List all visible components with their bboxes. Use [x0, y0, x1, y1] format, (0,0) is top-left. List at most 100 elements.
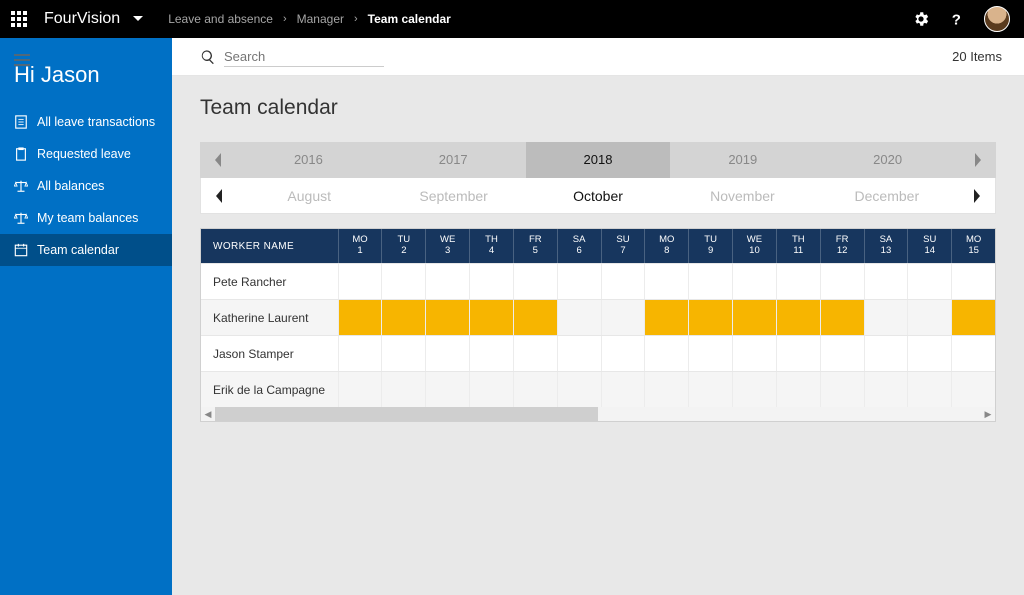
year-2018[interactable]: 2018 — [526, 142, 671, 178]
year-2020[interactable]: 2020 — [815, 142, 960, 178]
scroll-right-icon[interactable]: ▶ — [981, 407, 995, 421]
calendar-cell[interactable] — [338, 372, 382, 407]
calendar-cell[interactable] — [864, 264, 908, 299]
calendar-cell[interactable] — [425, 264, 469, 299]
calendar-cell[interactable] — [557, 336, 601, 371]
sidebar-item-all-balances[interactable]: All balances — [0, 170, 172, 202]
month-prev-button[interactable] — [201, 178, 237, 214]
calendar-cell[interactable] — [513, 372, 557, 407]
calendar-cell[interactable] — [338, 264, 382, 299]
calendar-cell[interactable] — [338, 300, 382, 335]
calendar-cell[interactable] — [776, 372, 820, 407]
calendar-cell[interactable] — [381, 336, 425, 371]
calendar-cell[interactable] — [732, 300, 776, 335]
user-avatar[interactable] — [984, 6, 1010, 32]
year-prev-button[interactable] — [200, 142, 236, 178]
search-input[interactable] — [224, 47, 384, 67]
year-2016[interactable]: 2016 — [236, 142, 381, 178]
calendar-cell[interactable] — [381, 372, 425, 407]
calendar-cell[interactable] — [601, 264, 645, 299]
month-august[interactable]: August — [237, 178, 381, 214]
day-header-13: SA13 — [864, 229, 908, 263]
calendar-cell[interactable] — [732, 264, 776, 299]
calendar-cell[interactable] — [425, 336, 469, 371]
calendar-cell[interactable] — [601, 300, 645, 335]
sidebar-item-all-leave-transactions[interactable]: All leave transactions — [0, 106, 172, 138]
month-selector: AugustSeptemberOctoberNovemberDecember — [200, 178, 996, 214]
calendar-cell[interactable] — [469, 372, 513, 407]
calendar-cell[interactable] — [688, 336, 732, 371]
calendar-cell[interactable] — [688, 372, 732, 407]
year-2017[interactable]: 2017 — [381, 142, 526, 178]
calendar-cell[interactable] — [513, 264, 557, 299]
calendar-cell[interactable] — [951, 300, 995, 335]
calendar-cell[interactable] — [951, 336, 995, 371]
calendar-cell[interactable] — [469, 300, 513, 335]
day-header-1: MO1 — [338, 229, 382, 263]
year-selector: 20162017201820192020 — [200, 142, 996, 178]
calendar-cell[interactable] — [907, 372, 951, 407]
gear-icon[interactable] — [912, 10, 930, 28]
calendar-cell[interactable] — [381, 264, 425, 299]
calendar-cell[interactable] — [381, 300, 425, 335]
calendar-cell[interactable] — [732, 336, 776, 371]
month-october[interactable]: October — [526, 178, 670, 214]
scroll-thumb[interactable] — [215, 407, 598, 421]
calendar-cell[interactable] — [513, 300, 557, 335]
calendar-cell[interactable] — [601, 372, 645, 407]
calendar-cell[interactable] — [469, 336, 513, 371]
year-2019[interactable]: 2019 — [670, 142, 815, 178]
breadcrumb-level-2[interactable]: Manager — [297, 12, 344, 26]
month-november[interactable]: November — [670, 178, 814, 214]
calendar-cell[interactable] — [820, 300, 864, 335]
calendar-cell[interactable] — [557, 264, 601, 299]
sidebar-item-label: My team balances — [37, 211, 138, 225]
calendar-cell[interactable] — [864, 300, 908, 335]
calendar-cell[interactable] — [907, 300, 951, 335]
calendar-cell[interactable] — [951, 264, 995, 299]
month-december[interactable]: December — [815, 178, 959, 214]
calendar-cell[interactable] — [820, 372, 864, 407]
calendar-cell[interactable] — [951, 372, 995, 407]
month-september[interactable]: September — [381, 178, 525, 214]
help-icon[interactable]: ? — [948, 10, 966, 28]
calendar-cell[interactable] — [907, 336, 951, 371]
calendar-cell[interactable] — [644, 264, 688, 299]
calendar-cell[interactable] — [338, 336, 382, 371]
scroll-left-icon[interactable]: ◀ — [201, 407, 215, 421]
calendar-cell[interactable] — [820, 336, 864, 371]
breadcrumb-level-3[interactable]: Team calendar — [368, 12, 451, 26]
month-next-button[interactable] — [959, 178, 995, 214]
calendar-cell[interactable] — [776, 300, 820, 335]
calendar-cell[interactable] — [820, 264, 864, 299]
calendar-cell[interactable] — [469, 264, 513, 299]
calendar-cell[interactable] — [907, 264, 951, 299]
calendar-cell[interactable] — [732, 372, 776, 407]
calendar-cell[interactable] — [776, 264, 820, 299]
year-next-button[interactable] — [960, 142, 996, 178]
sidebar-item-requested-leave[interactable]: Requested leave — [0, 138, 172, 170]
calendar-cell[interactable] — [557, 372, 601, 407]
sidebar-item-my-team-balances[interactable]: My team balances — [0, 202, 172, 234]
calendar-cell[interactable] — [513, 336, 557, 371]
calendar-cell[interactable] — [425, 300, 469, 335]
calendar-cell[interactable] — [644, 300, 688, 335]
calendar-cell[interactable] — [557, 300, 601, 335]
calendar-cell[interactable] — [425, 372, 469, 407]
app-launcher-icon[interactable] — [0, 0, 38, 38]
calendar-cell[interactable] — [688, 300, 732, 335]
horizontal-scrollbar[interactable]: ◀ ▶ — [201, 407, 995, 421]
calendar-cell[interactable] — [776, 336, 820, 371]
calendar-cell[interactable] — [688, 264, 732, 299]
calendar-cell[interactable] — [644, 372, 688, 407]
brand-switcher-icon[interactable] — [126, 0, 150, 38]
breadcrumb-level-1[interactable]: Leave and absence — [168, 12, 273, 26]
main-content: Team calendar 20162017201820192020 Augus… — [172, 76, 1024, 595]
calendar-cell[interactable] — [644, 336, 688, 371]
menu-icon[interactable] — [14, 54, 30, 66]
calendar-cell[interactable] — [864, 372, 908, 407]
brand-name[interactable]: FourVision — [38, 10, 126, 28]
calendar-cell[interactable] — [601, 336, 645, 371]
calendar-cell[interactable] — [864, 336, 908, 371]
sidebar-item-team-calendar[interactable]: Team calendar — [0, 234, 172, 266]
